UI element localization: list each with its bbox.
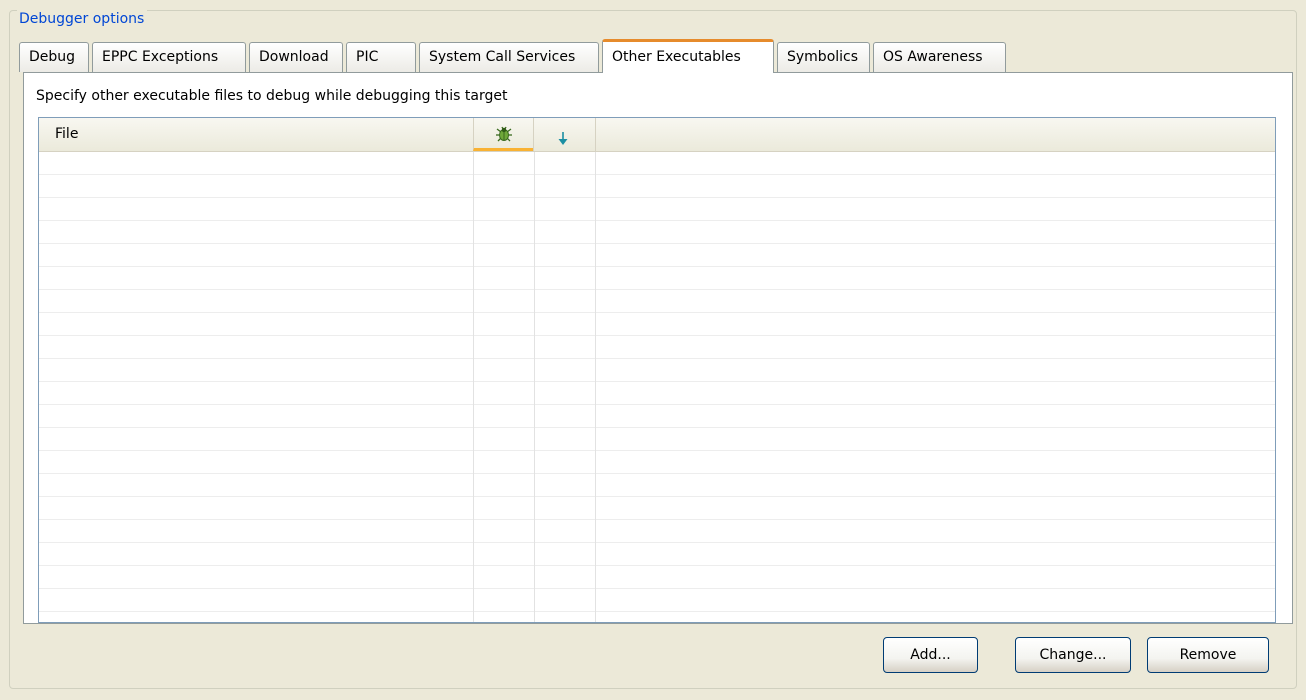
column-divider [473, 152, 474, 622]
table-body[interactable] [39, 152, 1275, 622]
button-bar: Add... Change... Remove [0, 637, 1306, 673]
executables-table[interactable]: File [38, 117, 1276, 623]
panel-description: Specify other executable files to debug … [36, 88, 508, 104]
column-header-filler [595, 118, 1275, 151]
column-header-download[interactable] [533, 118, 595, 151]
column-divider [595, 152, 596, 622]
column-divider [534, 152, 535, 622]
tab-bar: Debug EPPC Exceptions Download PIC Syste… [19, 39, 1009, 73]
tab-eppc-exceptions[interactable]: EPPC Exceptions [92, 42, 246, 72]
tab-symbolics[interactable]: Symbolics [777, 42, 870, 72]
tab-debug[interactable]: Debug [19, 42, 89, 72]
tab-download[interactable]: Download [249, 42, 343, 72]
other-executables-panel: Specify other executable files to debug … [23, 72, 1293, 624]
column-header-debug[interactable] [473, 118, 533, 151]
add-button[interactable]: Add... [883, 637, 978, 673]
group-title: Debugger options [17, 9, 148, 29]
tab-other-executables[interactable]: Other Executables [602, 39, 774, 73]
remove-button[interactable]: Remove [1147, 637, 1269, 673]
change-button[interactable]: Change... [1015, 637, 1131, 673]
table-header: File [39, 118, 1275, 152]
tab-os-awareness[interactable]: OS Awareness [873, 42, 1006, 72]
tab-pic[interactable]: PIC [346, 42, 416, 72]
column-header-file[interactable]: File [39, 118, 473, 151]
tab-system-call-services[interactable]: System Call Services [419, 42, 599, 72]
